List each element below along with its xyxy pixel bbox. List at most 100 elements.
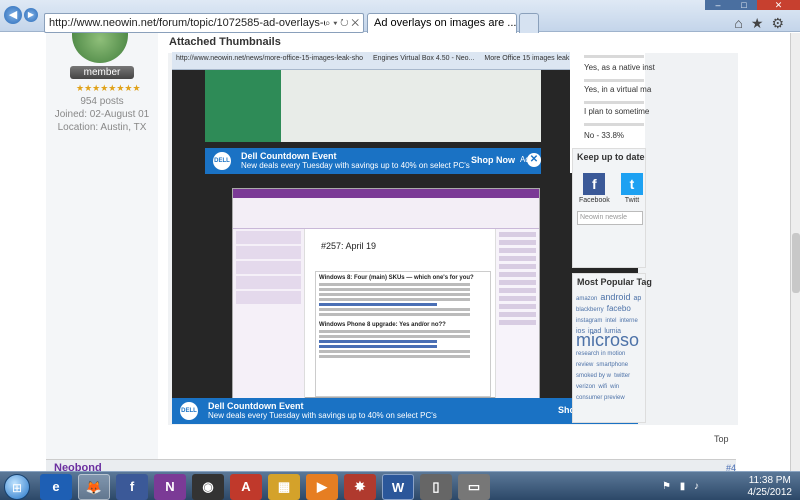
toolbar-icons[interactable]: ⌂★⚙ — [734, 15, 792, 32]
address-url[interactable]: http://www.neowin.net/forum/topic/107258… — [49, 17, 325, 29]
clock[interactable]: 11:38 PM 4/25/2012 — [748, 475, 793, 499]
tag[interactable]: interne — [619, 318, 637, 324]
shop-now-link[interactable]: Shop Now — [471, 155, 515, 165]
facebook-link[interactable]: f Facebook — [579, 173, 610, 204]
popular-tags-box: Most Popular Tag amazon android ap black… — [572, 273, 652, 423]
app-icon[interactable]: ◉ — [192, 474, 224, 500]
tag[interactable]: intel — [605, 318, 616, 324]
popular-tags-heading: Most Popular Tag — [577, 277, 652, 287]
gear-icon[interactable]: ⚙ — [771, 15, 792, 31]
close-ad-icon[interactable]: ✕ — [527, 153, 541, 167]
app-icon[interactable]: ▭ — [458, 474, 490, 500]
avatar[interactable] — [72, 33, 128, 63]
right-sidebar: Yes, as a native inst Yes, in a virtual … — [570, 33, 790, 471]
onenote-ribbon — [233, 189, 539, 229]
home-icon[interactable]: ⌂ — [734, 15, 750, 31]
tab-active[interactable]: Ad overlays on images are ... — [367, 13, 517, 33]
newsletter-input[interactable]: Neowin newsle — [577, 211, 643, 225]
tag[interactable]: android — [600, 292, 630, 302]
poll-option: No - 33.8% — [584, 131, 625, 140]
dell-logo-icon: DELL — [180, 402, 198, 420]
facebook-label: Facebook — [579, 197, 610, 204]
tag[interactable]: amazon — [576, 296, 597, 302]
top-link[interactable]: Top — [714, 434, 729, 444]
twitter-label: Twitt — [624, 197, 640, 204]
favorites-icon[interactable]: ★ — [751, 15, 772, 31]
poll-option: Yes, in a virtual ma — [584, 85, 652, 94]
tag[interactable]: consumer preview — [576, 395, 625, 401]
inner-url: http://www.neowin.net/news/more-office-1… — [176, 55, 364, 62]
tag[interactable]: wifi — [598, 384, 607, 390]
minimize-button[interactable]: – — [705, 0, 731, 10]
onenote-screenshot: #257: April 19 Windows 8: Four (main) SK… — [232, 188, 540, 399]
start-button[interactable]: ⊞ — [4, 474, 30, 500]
forward-icon[interactable]: ▶ — [24, 8, 38, 22]
tag[interactable]: microso — [576, 330, 639, 350]
tag[interactable]: smoked by w — [576, 373, 611, 379]
tag[interactable]: verizon — [576, 384, 595, 390]
clock-date: 4/25/2012 — [747, 487, 793, 498]
facebook-icon: f — [583, 173, 606, 195]
flag-icon[interactable]: ⚑ — [662, 481, 674, 492]
green-panel — [205, 70, 281, 142]
tag[interactable]: twitter — [614, 373, 630, 379]
page-scrollbar[interactable] — [790, 33, 800, 471]
app-icon[interactable]: ▯ — [420, 474, 452, 500]
next-post-header: Neobond #4 — [46, 459, 736, 471]
poll-option: I plan to sometime — [584, 107, 650, 116]
post-author[interactable]: Neobond — [54, 462, 102, 471]
ad-subtitle: New deals every Tuesday with savings up … — [208, 411, 437, 420]
note-heading-1: Windows 8: Four (main) SKUs — which one'… — [319, 275, 474, 281]
acrobat-icon[interactable]: A — [230, 474, 262, 500]
media-player-icon[interactable]: ▶ — [306, 474, 338, 500]
new-tab-button[interactable] — [519, 13, 539, 33]
post-number[interactable]: #4 — [726, 463, 736, 471]
inner-browser-bar: http://www.neowin.net/news/more-office-1… — [172, 52, 638, 70]
tag[interactable]: facebo — [607, 304, 631, 313]
scrollbar-thumb[interactable] — [792, 233, 800, 293]
system-tray: ⚑ ▮ ♪ 11:38 PM 4/25/2012 — [662, 474, 792, 500]
twitter-link[interactable]: t Twitt — [621, 173, 643, 204]
ad-title: Dell Countdown Event — [241, 151, 337, 161]
word-icon[interactable]: W — [382, 474, 414, 500]
thumbnail-image[interactable]: http://www.neowin.net/news/more-office-1… — [172, 52, 638, 424]
tag[interactable]: win — [610, 384, 619, 390]
browser-chrome: – □ ✕ ◀ ▶ http://www.neowin.net/forum/to… — [0, 0, 800, 33]
maximize-button[interactable]: □ — [731, 0, 757, 10]
ie-icon[interactable]: e — [40, 474, 72, 500]
tag[interactable]: blackberry — [576, 307, 604, 313]
tray-icons[interactable]: ⚑ ▮ ♪ — [662, 481, 702, 492]
dell-logo-icon: DELL — [213, 152, 231, 170]
location: Location: Austin, TX — [57, 122, 147, 133]
inner-tab-office: More Office 15 images leak ... — [484, 55, 578, 62]
onenote-app-icon[interactable]: N — [154, 474, 186, 500]
join-date: Joined: 02-August 01 — [54, 109, 150, 120]
explorer-icon[interactable]: ▦ — [268, 474, 300, 500]
close-window-button[interactable]: ✕ — [757, 0, 800, 10]
tag[interactable]: instagram — [576, 318, 602, 324]
back-icon[interactable]: ◀ — [4, 6, 22, 24]
tag[interactable]: ap — [634, 295, 642, 302]
office-screenshot-top — [205, 70, 541, 142]
dell-ad-bottom[interactable]: DELL Dell Countdown Event New deals ever… — [172, 398, 638, 424]
poll-bar — [584, 123, 644, 126]
user-panel: member ★★★★★★★★ 954 posts Joined: 02-Aug… — [46, 33, 158, 471]
app-icon[interactable]: ✸ — [344, 474, 376, 500]
tag-cloud: amazon android ap blackberry facebo inst… — [573, 290, 645, 406]
firefox-icon[interactable]: 🦊 — [78, 474, 110, 500]
ad-subtitle: New deals every Tuesday with savings up … — [241, 161, 470, 170]
address-buttons[interactable]: ⌕ ▾ ↻ ✕ — [325, 18, 363, 29]
tag[interactable]: smartphone — [596, 362, 628, 368]
inner-tab-engines: Engines Virtual Box 4.50 - Neo... — [372, 55, 475, 62]
tag[interactable]: review — [576, 362, 593, 368]
tab-title: Ad overlays on images are ... — [374, 17, 517, 29]
network-icon[interactable]: ▮ — [680, 481, 689, 492]
dell-ad-top[interactable]: DELL Dell Countdown Event New deals ever… — [205, 148, 541, 174]
address-bar[interactable]: http://www.neowin.net/forum/topic/107258… — [44, 13, 364, 33]
tag[interactable]: research in motion — [576, 351, 625, 357]
volume-icon[interactable]: ♪ — [694, 481, 702, 492]
facebook-app-icon[interactable]: f — [116, 474, 148, 500]
post-count: 954 posts — [80, 96, 124, 107]
attached-thumbnails-heading: Attached Thumbnails — [169, 36, 281, 48]
taskbar: ⊞ e 🦊 f N ◉ A ▦ ▶ ✸ W ▯ ▭ ⚑ ▮ ♪ 11:38 PM… — [0, 471, 800, 500]
